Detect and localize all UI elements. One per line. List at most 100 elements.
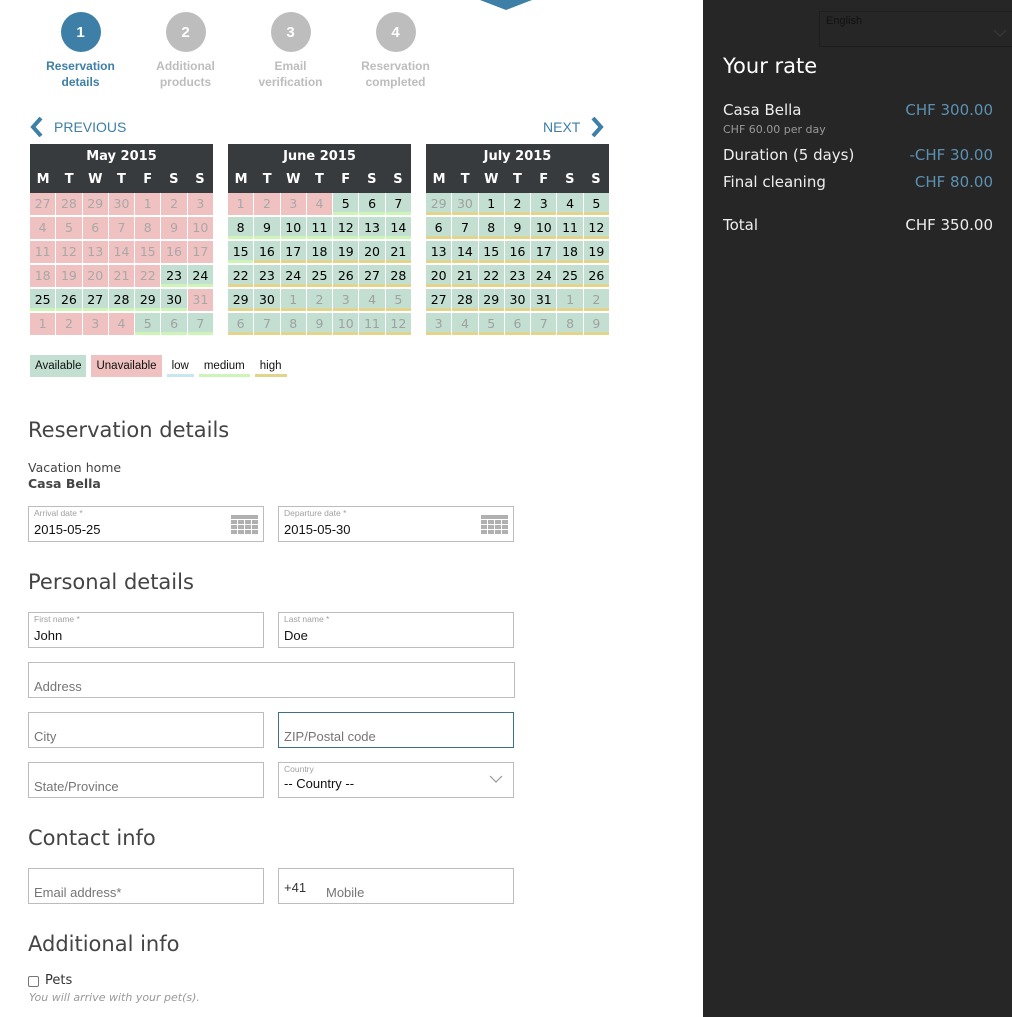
phone-prefix[interactable]: +41	[284, 880, 306, 895]
calendar-day[interactable]: 6	[504, 313, 531, 335]
calendar-day[interactable]: 11	[557, 217, 583, 239]
calendar-day[interactable]: 2	[56, 313, 82, 335]
country-select[interactable]: Country -- Country --	[278, 762, 514, 798]
step-reservation-completed[interactable]: 4 Reservation completed	[343, 12, 448, 90]
calendar-day[interactable]: 30	[452, 193, 478, 215]
calendar-day[interactable]: 14	[385, 217, 411, 239]
calendar-day[interactable]: 11	[359, 313, 385, 335]
calendar-day[interactable]: 5	[135, 313, 161, 335]
calendar-day[interactable]: 2	[254, 193, 280, 215]
calendar-day[interactable]: 4	[306, 193, 333, 215]
calendar-day[interactable]: 1	[228, 193, 254, 215]
calendar-day[interactable]: 28	[108, 289, 135, 311]
calendar-day[interactable]: 17	[280, 241, 306, 263]
calendar-day[interactable]: 30	[161, 289, 187, 311]
zip-input[interactable]	[279, 713, 513, 747]
calendar-day[interactable]: 10	[280, 217, 306, 239]
departure-date-field[interactable]: Departure date * 2015-05-30	[278, 506, 514, 542]
calendar-day[interactable]: 4	[359, 289, 385, 311]
calendar-day[interactable]: 6	[82, 217, 108, 239]
calendar-day[interactable]: 8	[228, 217, 254, 239]
calendar-icon[interactable]	[481, 515, 508, 535]
calendar-day[interactable]: 6	[228, 313, 254, 335]
calendar-day[interactable]: 7	[187, 313, 213, 335]
calendar-day[interactable]: 2	[504, 193, 531, 215]
first-name-field[interactable]: First name * John	[28, 612, 264, 648]
calendar-day[interactable]: 3	[280, 193, 306, 215]
calendar-day[interactable]: 18	[557, 241, 583, 263]
calendar-day[interactable]: 19	[333, 241, 359, 263]
calendar-day[interactable]: 3	[531, 193, 557, 215]
calendar-day[interactable]: 20	[82, 265, 108, 287]
calendar-day[interactable]: 24	[531, 265, 557, 287]
calendar-day[interactable]: 3	[82, 313, 108, 335]
calendar-day[interactable]: 25	[557, 265, 583, 287]
calendar-day[interactable]: 16	[254, 241, 280, 263]
calendar-day[interactable]: 27	[426, 289, 452, 311]
calendar-day[interactable]: 9	[254, 217, 280, 239]
email-field[interactable]	[28, 868, 264, 904]
calendar-day[interactable]: 15	[478, 241, 504, 263]
calendar-day[interactable]: 18	[30, 265, 56, 287]
mobile-input[interactable]	[321, 869, 511, 903]
calendar-day[interactable]: 7	[452, 217, 478, 239]
calendar-day[interactable]: 12	[333, 217, 359, 239]
calendar-day[interactable]: 4	[452, 313, 478, 335]
calendar-day[interactable]: 5	[583, 193, 609, 215]
calendar-day[interactable]: 25	[30, 289, 56, 311]
calendar-day[interactable]: 12	[56, 241, 82, 263]
calendar-day[interactable]: 6	[161, 313, 187, 335]
address-input[interactable]	[29, 663, 514, 697]
calendar-day[interactable]: 5	[478, 313, 504, 335]
calendar-day[interactable]: 14	[108, 241, 135, 263]
calendar-day[interactable]: 20	[359, 241, 385, 263]
city-field[interactable]	[28, 712, 264, 748]
calendar-day[interactable]: 31	[531, 289, 557, 311]
calendar-day[interactable]: 4	[108, 313, 135, 335]
calendar-day[interactable]: 28	[452, 289, 478, 311]
calendar-day[interactable]: 17	[187, 241, 213, 263]
calendar-day[interactable]: 21	[452, 265, 478, 287]
calendar-day[interactable]: 21	[385, 241, 411, 263]
calendar-day[interactable]: 30	[108, 193, 135, 215]
calendar-day[interactable]: 8	[478, 217, 504, 239]
calendar-day[interactable]: 29	[82, 193, 108, 215]
calendar-day[interactable]: 28	[56, 193, 82, 215]
calendar-day[interactable]: 14	[452, 241, 478, 263]
calendar-day[interactable]: 31	[187, 289, 213, 311]
calendar-day[interactable]: 9	[504, 217, 531, 239]
calendar-day[interactable]: 1	[478, 193, 504, 215]
step-email-verification[interactable]: 3 Email verification	[238, 12, 343, 90]
calendar-day[interactable]: 8	[135, 217, 161, 239]
calendar-day[interactable]: 7	[385, 193, 411, 215]
city-input[interactable]	[29, 713, 263, 747]
calendar-day[interactable]: 1	[30, 313, 56, 335]
calendar-day[interactable]: 2	[583, 289, 609, 311]
calendar-day[interactable]: 26	[583, 265, 609, 287]
calendar-day[interactable]: 11	[306, 217, 333, 239]
calendar-icon[interactable]	[231, 515, 258, 535]
previous-button[interactable]: PREVIOUS	[30, 117, 126, 137]
calendar-day[interactable]: 24	[187, 265, 213, 287]
calendar-day[interactable]: 1	[280, 289, 306, 311]
calendar-day[interactable]: 1	[557, 289, 583, 311]
calendar-day[interactable]: 7	[254, 313, 280, 335]
calendar-day[interactable]: 15	[228, 241, 254, 263]
zip-field[interactable]	[278, 712, 514, 748]
calendar-day[interactable]: 12	[583, 217, 609, 239]
calendar-day[interactable]: 22	[228, 265, 254, 287]
calendar-day[interactable]: 13	[82, 241, 108, 263]
calendar-day[interactable]: 27	[359, 265, 385, 287]
calendar-day[interactable]: 30	[504, 289, 531, 311]
calendar-day[interactable]: 18	[306, 241, 333, 263]
calendar-day[interactable]: 29	[228, 289, 254, 311]
calendar-day[interactable]: 21	[108, 265, 135, 287]
calendar-day[interactable]: 25	[306, 265, 333, 287]
calendar-day[interactable]: 6	[426, 217, 452, 239]
calendar-day[interactable]: 10	[187, 217, 213, 239]
calendar-day[interactable]: 4	[30, 217, 56, 239]
calendar-day[interactable]: 3	[333, 289, 359, 311]
calendar-day[interactable]: 4	[557, 193, 583, 215]
calendar-day[interactable]: 22	[135, 265, 161, 287]
state-field[interactable]	[28, 762, 264, 798]
